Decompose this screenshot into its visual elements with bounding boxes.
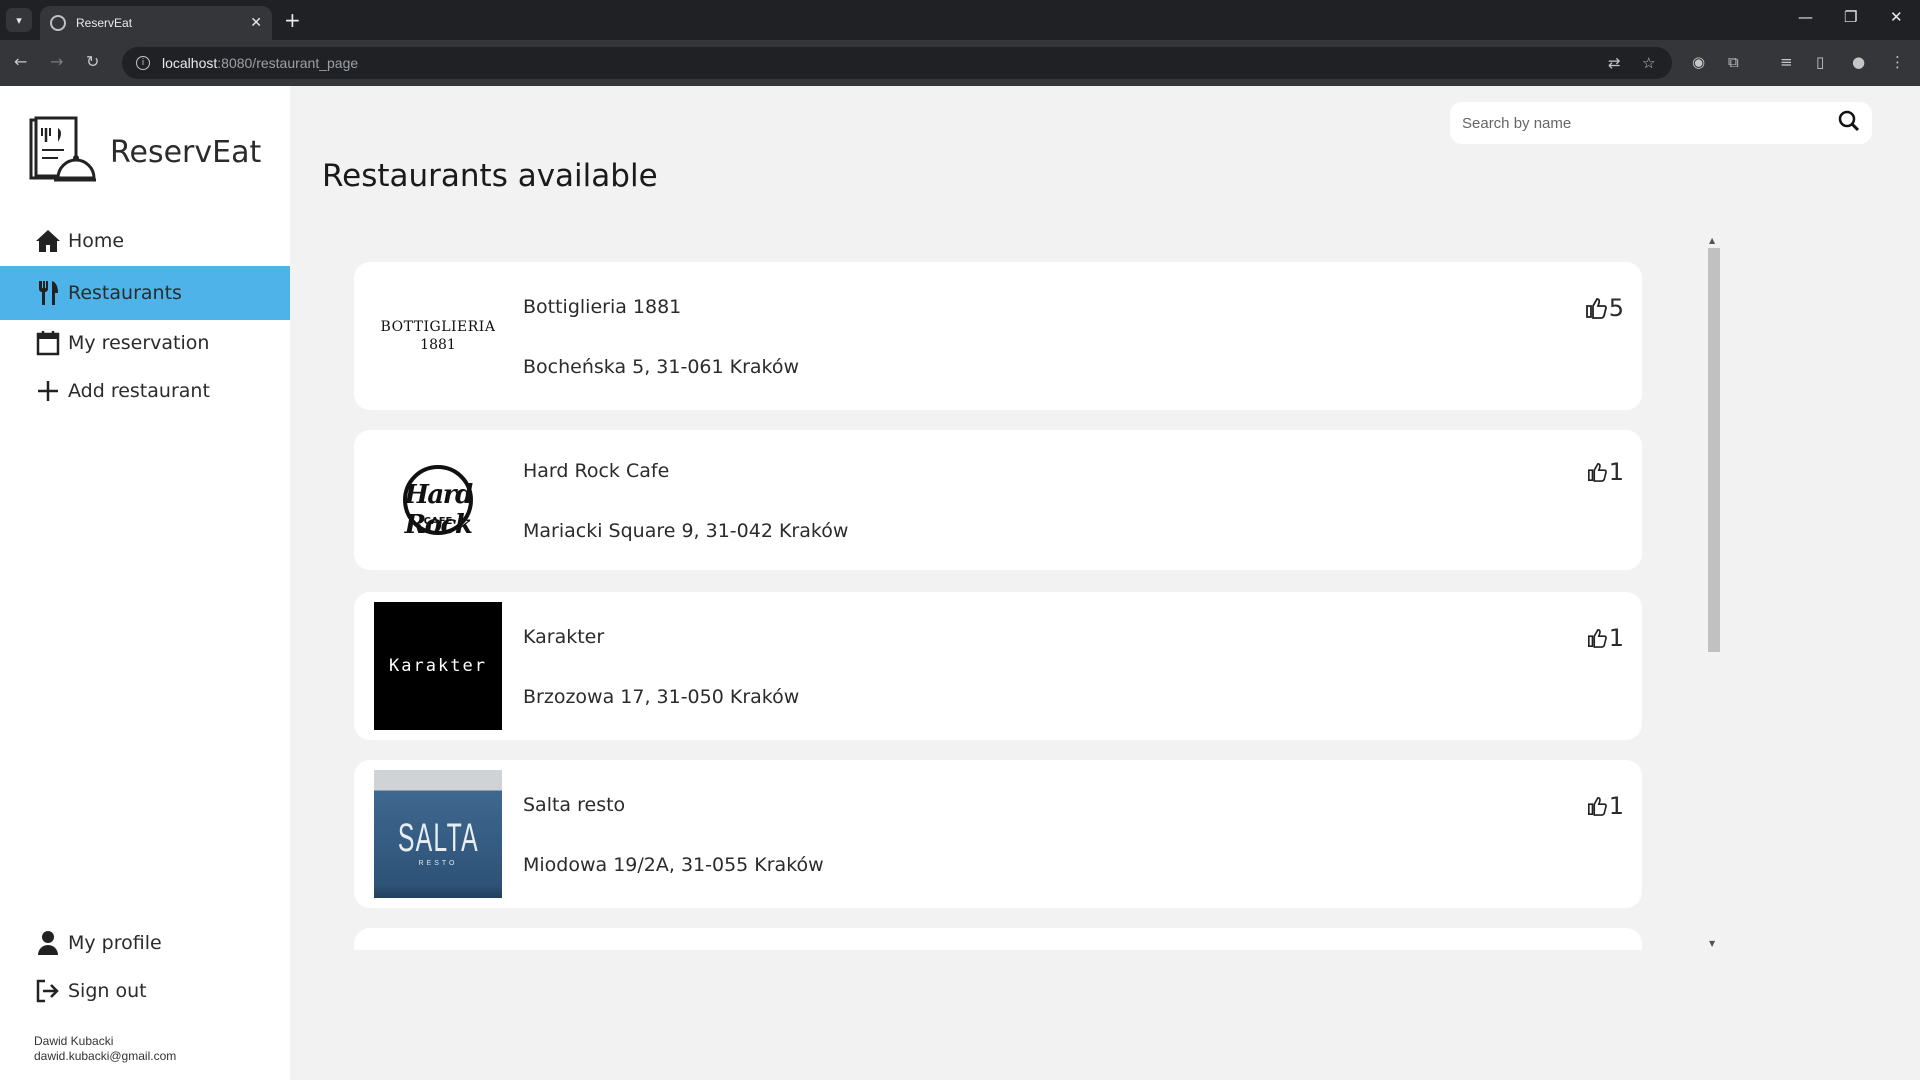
new-tab-icon[interactable]: + xyxy=(284,8,301,32)
restaurant-name[interactable]: Salta resto xyxy=(523,794,625,816)
thumbs-up-icon xyxy=(1585,298,1607,319)
user-info: Dawid Kubacki dawid.kubacki@gmail.com xyxy=(34,1034,176,1064)
nav-my-reservation[interactable]: My reservation xyxy=(0,316,290,370)
back-icon[interactable]: ← xyxy=(14,52,27,71)
restaurant-list: BOTTIGLIERIA 1881 Bottiglieria 1881 Boch… xyxy=(354,262,1642,950)
logo-text: RESTO xyxy=(418,859,458,867)
globe-icon xyxy=(50,15,66,31)
close-tab-icon[interactable]: ✕ xyxy=(250,15,262,31)
likes-value: 5 xyxy=(1608,294,1624,322)
user-email: dawid.kubacki@gmail.com xyxy=(34,1049,177,1063)
restaurant-name[interactable]: Karakter xyxy=(523,626,604,648)
url-host: localhost xyxy=(162,55,218,71)
reload-icon[interactable]: ↻ xyxy=(86,52,99,71)
address-bar[interactable]: i localhost:8080/restaurant_page xyxy=(122,47,1672,79)
nav-add-restaurant-label: Add restaurant xyxy=(68,380,210,402)
browser-tab-bar: ▾ ReservEat ✕ + — ❐ ✕ xyxy=(0,0,1920,40)
translate-icon[interactable]: ⇄ xyxy=(1608,54,1621,72)
thumbs-up-icon xyxy=(1587,628,1607,648)
nav-home-label: Home xyxy=(68,230,125,252)
page-title: Restaurants available xyxy=(322,158,658,194)
restaurant-name[interactable]: Hard Rock Cafe xyxy=(523,460,669,482)
thumbs-up-icon xyxy=(1587,462,1607,482)
logo-text: Karakter xyxy=(389,656,487,676)
restaurant-card[interactable]: Hard Rock CAFE Hard Rock Cafe Mariacki S… xyxy=(354,430,1642,570)
media-icon[interactable]: ≡ xyxy=(1780,53,1793,71)
search-input[interactable] xyxy=(1462,114,1838,132)
restaurant-menu-logo-icon xyxy=(29,116,96,182)
scrollbar-thumb[interactable] xyxy=(1708,248,1720,652)
url-path: :8080/restaurant_page xyxy=(217,55,359,71)
forward-icon[interactable]: → xyxy=(50,52,63,71)
nav-home[interactable]: Home xyxy=(0,214,290,268)
restaurant-card[interactable]: SALTA RESTO Salta resto Miodowa 19/2A, 3… xyxy=(354,760,1642,908)
restaurant-logo: Karakter xyxy=(374,602,502,730)
tab-search-button[interactable]: ▾ xyxy=(6,8,32,32)
nav-restaurants-label: Restaurants xyxy=(68,282,182,304)
restore-icon[interactable]: ❐ xyxy=(1844,8,1857,26)
likes-value: 1 xyxy=(1608,624,1624,652)
nav-my-profile[interactable]: My profile xyxy=(0,916,290,970)
restaurant-logo: SALTA RESTO xyxy=(374,770,502,898)
logo-text: CAFE xyxy=(423,516,453,527)
nav-sign-out-label: Sign out xyxy=(68,980,147,1002)
scroll-down-icon[interactable]: ▼ xyxy=(1709,939,1715,948)
utensils-icon xyxy=(34,279,62,307)
site-info-icon[interactable]: i xyxy=(136,56,150,70)
likes-count[interactable]: 1 xyxy=(1587,458,1624,486)
restaurant-address: Miodowa 19/2A, 31-055 Kraków xyxy=(523,854,824,876)
logo-text: BOTTIGLIERIA xyxy=(380,319,496,335)
restaurant-address: Mariacki Square 9, 31-042 Kraków xyxy=(523,520,849,542)
likes-count[interactable]: 5 xyxy=(1585,294,1624,322)
user-icon xyxy=(34,929,62,957)
extensions-puzzle-icon[interactable]: ⧉ xyxy=(1728,53,1739,71)
restaurant-address: Brzozowa 17, 31-050 Kraków xyxy=(523,686,800,708)
restaurant-card[interactable] xyxy=(354,928,1642,950)
close-window-icon[interactable]: ✕ xyxy=(1890,8,1903,26)
user-name: Dawid Kubacki xyxy=(34,1034,114,1048)
restaurant-name[interactable]: Bottiglieria 1881 xyxy=(523,296,681,318)
browser-menu-icon[interactable]: ⋮ xyxy=(1890,53,1905,71)
bookmark-star-icon[interactable]: ☆ xyxy=(1642,54,1655,72)
browser-tab[interactable]: ReservEat ✕ xyxy=(40,6,272,40)
likes-value: 1 xyxy=(1608,792,1624,820)
likes-count[interactable]: 1 xyxy=(1587,792,1624,820)
restaurant-logo: BOTTIGLIERIA 1881 xyxy=(374,272,502,400)
logo-text: 1881 xyxy=(420,337,456,353)
nav-restaurants[interactable]: Restaurants xyxy=(0,266,290,320)
search-icon[interactable] xyxy=(1838,110,1860,136)
restaurant-logo: Hard Rock CAFE xyxy=(374,436,502,564)
scroll-up-icon[interactable]: ▲ xyxy=(1709,236,1715,245)
nav-add-restaurant[interactable]: Add restaurant xyxy=(0,364,290,418)
nav-my-reservation-label: My reservation xyxy=(68,332,210,354)
restaurant-address: Bocheńska 5, 31-061 Kraków xyxy=(523,356,800,378)
logo-text: SALTA xyxy=(397,815,479,860)
list-scrollbar[interactable]: ▲ ▼ xyxy=(1706,236,1720,948)
sign-out-icon xyxy=(34,977,62,1005)
likes-value: 1 xyxy=(1608,458,1624,486)
likes-count[interactable]: 1 xyxy=(1587,624,1624,652)
tab-title: ReservEat xyxy=(76,16,133,30)
brand[interactable]: ReservEat xyxy=(28,116,261,188)
restaurant-card[interactable]: Karakter Karakter Brzozowa 17, 31-050 Kr… xyxy=(354,592,1642,740)
minimize-icon[interactable]: — xyxy=(1798,8,1813,26)
brand-name: ReservEat xyxy=(110,134,262,170)
extension-icon[interactable]: ◉ xyxy=(1692,53,1705,71)
logo-text: Hard Rock xyxy=(404,480,473,540)
nav-my-profile-label: My profile xyxy=(68,932,162,954)
calendar-icon xyxy=(34,329,62,357)
restaurant-card[interactable]: BOTTIGLIERIA 1881 Bottiglieria 1881 Boch… xyxy=(354,262,1642,410)
plus-icon xyxy=(34,377,62,405)
thumbs-up-icon xyxy=(1587,796,1607,816)
search-box xyxy=(1450,102,1872,144)
nav-sign-out[interactable]: Sign out xyxy=(0,964,290,1018)
home-icon xyxy=(34,227,62,255)
profile-icon[interactable]: ● xyxy=(1852,53,1865,71)
side-panel-icon[interactable]: ▯ xyxy=(1816,53,1824,71)
